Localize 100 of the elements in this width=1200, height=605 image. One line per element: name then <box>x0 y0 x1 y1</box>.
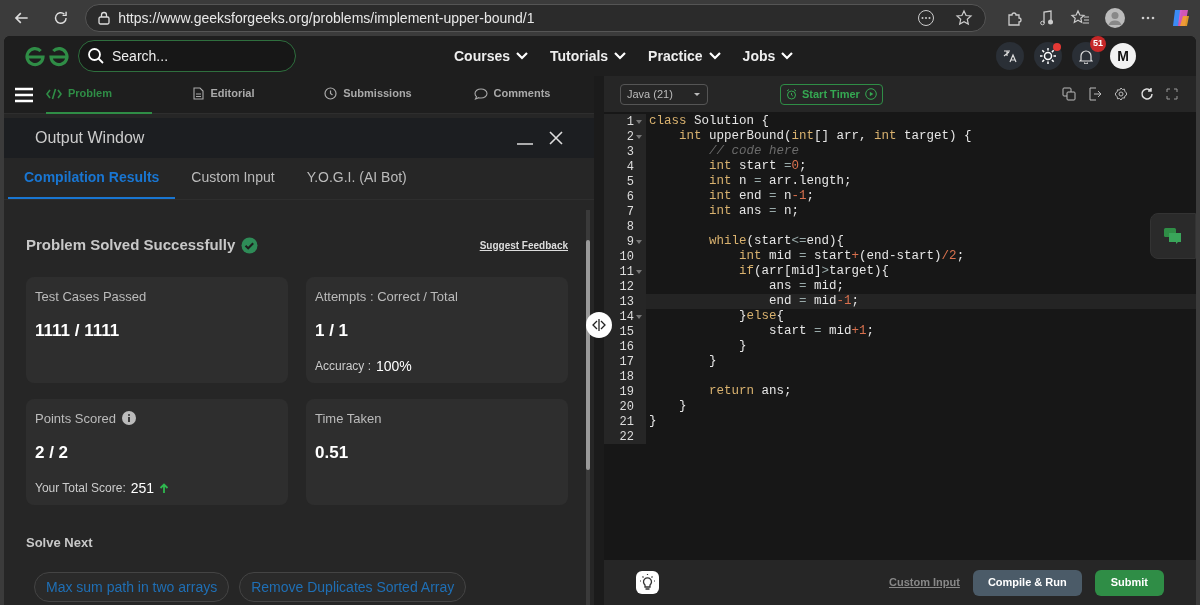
more-icon[interactable] <box>917 9 935 27</box>
lightbulb-icon <box>639 574 656 591</box>
nav-link[interactable]: Tutorials <box>550 45 627 67</box>
fold-arrow-icon[interactable] <box>636 119 642 124</box>
alarm-icon <box>786 88 797 100</box>
chat-icon <box>473 87 488 100</box>
tab[interactable]: Problem <box>46 75 152 114</box>
hint-button[interactable] <box>636 571 659 594</box>
note-label: Accuracy : <box>315 358 371 375</box>
document-icon <box>193 87 205 100</box>
star-icon[interactable] <box>955 9 973 27</box>
theme-button[interactable] <box>1034 42 1062 70</box>
logo-icon[interactable] <box>24 45 70 67</box>
info-icon[interactable] <box>121 411 136 426</box>
note-value: 100% <box>376 356 412 376</box>
line-number: 11 <box>619 263 634 281</box>
code-line: int mid = start+(end-start)/2; <box>738 249 965 263</box>
settings-icon[interactable] <box>1114 87 1128 101</box>
code-line: if(arr[mid]>target){ <box>738 264 890 278</box>
url-text: https://www.geeksforgeeks.org/problems/implement-upper-bound/1 <box>118 8 536 28</box>
suggest-feedback-link[interactable]: Suggest Feedback <box>479 237 568 253</box>
translate-button[interactable] <box>996 42 1024 70</box>
code-line: int start =0; <box>708 159 807 173</box>
note-label: Your Total Score: <box>35 480 126 497</box>
code-line: int end = n-1; <box>708 189 815 203</box>
fold-arrow-icon[interactable] <box>636 239 642 244</box>
code-line: class Solution { <box>649 114 770 128</box>
line-number: 7 <box>626 203 634 221</box>
card-value: 0.51 <box>315 442 350 464</box>
start-timer-button[interactable]: Start Timer <box>780 83 883 105</box>
status-heading: Problem Solved Successfully <box>26 235 236 255</box>
avatar[interactable]: M <box>1110 43 1136 69</box>
reset-icon[interactable] <box>1140 87 1154 101</box>
line-number: 2 <box>626 128 634 146</box>
code-line: } <box>678 399 687 413</box>
search-icon <box>87 47 105 65</box>
line-number: 9 <box>626 233 634 251</box>
line-number: 15 <box>619 323 634 341</box>
card-label: Points Scored <box>35 409 116 428</box>
line-number: 18 <box>619 368 634 386</box>
line-number: 17 <box>619 353 634 371</box>
fold-arrow-icon[interactable] <box>636 314 642 319</box>
menu-icon[interactable] <box>14 86 34 103</box>
copy-icon[interactable] <box>1062 87 1076 101</box>
chat-button[interactable] <box>1150 213 1196 259</box>
language-dropdown[interactable]: Java (21) <box>620 83 708 105</box>
line-number: 5 <box>626 173 634 191</box>
chevron-down-icon <box>614 52 627 60</box>
line-number: 16 <box>619 338 634 356</box>
line-number: 20 <box>619 398 634 416</box>
tab[interactable]: Y.O.G.I. (AI Bot) <box>290 157 423 199</box>
custom-input-link[interactable]: Custom Input <box>889 574 960 591</box>
code-line: start = mid+1; <box>768 324 875 338</box>
sun-icon <box>1039 47 1057 65</box>
notification-badge: 51 <box>1090 36 1106 52</box>
code-line: // code here <box>708 144 800 158</box>
code-line: } <box>708 354 717 368</box>
play-circle-icon <box>864 88 877 100</box>
nav-link[interactable]: Jobs <box>742 45 794 67</box>
tab[interactable]: Custom Input <box>175 157 291 199</box>
music-icon[interactable] <box>1038 9 1056 27</box>
chevron-down-icon <box>708 52 721 60</box>
copilot-icon[interactable] <box>1170 7 1192 29</box>
tab[interactable]: Editorial <box>152 75 296 114</box>
search-field[interactable]: Search... <box>78 40 296 72</box>
code-line: } <box>649 414 657 428</box>
note-value: 251 <box>130 478 155 498</box>
favorites-icon[interactable] <box>1070 9 1090 27</box>
arrow-up-icon <box>159 482 170 494</box>
line-number: 19 <box>619 383 634 401</box>
compile-run-button[interactable]: Compile & Run <box>972 569 1082 596</box>
code-line: int n = arr.length; <box>708 174 852 188</box>
fold-arrow-icon[interactable] <box>636 134 642 139</box>
fullscreen-icon[interactable] <box>1166 88 1178 100</box>
tab[interactable]: Submissions <box>296 75 440 114</box>
nav-link[interactable]: Courses <box>454 45 529 67</box>
card-label: Test Cases Passed <box>35 287 147 306</box>
translate-icon <box>1003 49 1017 63</box>
line-number: 4 <box>626 158 634 176</box>
fold-arrow-icon[interactable] <box>636 269 642 274</box>
chevron-down-icon <box>516 52 529 60</box>
export-icon[interactable] <box>1088 87 1102 101</box>
code-line: return ans; <box>708 384 792 398</box>
card-value: 2 / 2 <box>35 442 70 464</box>
address-bar[interactable]: https://www.geeksforgeeks.org/problems/implement-upper-bound/1 <box>85 4 986 32</box>
tab[interactable]: Comments <box>440 75 584 114</box>
profile-icon[interactable] <box>1104 7 1126 29</box>
submit-button[interactable]: Submit <box>1094 569 1164 596</box>
code-line: ans = mid; <box>768 279 845 293</box>
check-circle-icon <box>241 236 259 254</box>
puzzle-icon[interactable] <box>1006 9 1024 27</box>
card-value: 1 / 1 <box>315 320 350 342</box>
bell-icon <box>1079 48 1093 64</box>
close-icon[interactable] <box>548 130 564 146</box>
line-number: 12 <box>619 278 634 296</box>
scrollbar-thumb[interactable] <box>586 240 590 470</box>
line-number: 22 <box>619 428 634 446</box>
line-number: 21 <box>619 413 634 431</box>
section-heading: Solve Next <box>26 533 94 552</box>
nav-link[interactable]: Practice <box>648 45 721 67</box>
